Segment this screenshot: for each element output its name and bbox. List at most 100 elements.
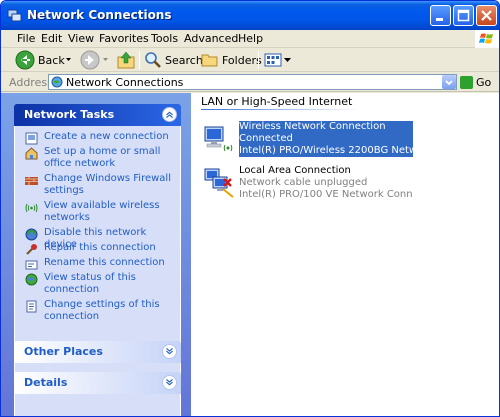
- wireless-signal-icon: [25, 203, 38, 213]
- connection-name: Local Area Connection: [239, 165, 351, 176]
- address-bar: Address Network Connections Go: [1, 72, 499, 92]
- go-arrow-icon: [460, 76, 473, 89]
- connection-text: Wireless Network Connection Connected In…: [239, 121, 413, 157]
- connection-item-wireless[interactable]: Wireless Network Connection Connected In…: [201, 121, 413, 159]
- task-pane: Network Tasks Create a new connection Se…: [1, 93, 191, 416]
- search-button[interactable]: Search: [144, 50, 203, 70]
- task-label: View status of this connection: [44, 272, 136, 295]
- menu-advanced[interactable]: Advanced: [184, 32, 238, 45]
- folders-icon: [201, 54, 218, 67]
- menu-file[interactable]: File: [17, 32, 35, 45]
- back-dropdown[interactable]: [66, 50, 71, 70]
- minimize-button[interactable]: [430, 5, 451, 26]
- windows-logo-icon: [475, 30, 499, 48]
- task-view-wireless[interactable]: View available wireless networks: [25, 200, 177, 224]
- task-view-status[interactable]: View status of this connection: [25, 272, 177, 296]
- task-label: Repair this connection: [44, 242, 156, 253]
- go-button[interactable]: Go: [460, 75, 496, 90]
- standard-toolbar: Back Search Folders: [1, 48, 499, 72]
- back-label: Back: [38, 53, 65, 67]
- home-network-icon: [25, 147, 38, 160]
- network-tasks-header[interactable]: Network Tasks: [14, 104, 181, 126]
- title-bar[interactable]: Network Connections: [1, 1, 499, 30]
- disable-device-icon: [25, 228, 38, 241]
- folders-label: Folders: [222, 53, 262, 67]
- task-rename-connection[interactable]: Rename this connection: [25, 257, 177, 271]
- maximize-icon: [457, 9, 470, 22]
- menu-edit[interactable]: Edit: [41, 32, 62, 45]
- group-divider: [201, 109, 361, 110]
- forward-dropdown[interactable]: [103, 50, 108, 70]
- lan-disconnected-icon: [204, 168, 234, 198]
- toolbar-separator: [139, 51, 140, 69]
- chevron-down-icon: [103, 58, 108, 61]
- back-button[interactable]: Back: [15, 50, 65, 70]
- expand-chevron-icon[interactable]: [162, 344, 177, 359]
- repair-wrench-icon: [26, 244, 37, 255]
- toolbar-separator: [258, 51, 259, 69]
- forward-arrow-icon: [80, 50, 100, 70]
- connection-item-lan[interactable]: Local Area Connection Network cable unpl…: [201, 165, 413, 203]
- rename-icon: [25, 260, 38, 270]
- views-icon: [264, 53, 282, 67]
- network-globe-icon: [51, 76, 63, 88]
- minimize-icon: [436, 18, 443, 21]
- forward-button[interactable]: [80, 50, 100, 70]
- connection-name: Wireless Network Connection: [239, 121, 386, 132]
- menu-bar: File Edit View Favorites Tools Advanced …: [1, 30, 499, 48]
- up-folder-button[interactable]: [116, 50, 136, 70]
- address-label: Address: [9, 76, 53, 89]
- connection-text: Local Area Connection Network cable unpl…: [239, 165, 413, 201]
- firewall-icon: [25, 177, 38, 185]
- chevron-down-icon: [66, 58, 71, 61]
- address-input[interactable]: Network Connections: [48, 74, 457, 90]
- status-globe-icon: [25, 273, 38, 286]
- connection-device: Intel(R) PRO/Wireless 2200BG Netwo...: [239, 145, 413, 156]
- details-header[interactable]: Details: [14, 372, 181, 394]
- task-label: Change settings of this connection: [44, 299, 160, 322]
- close-icon: [481, 10, 492, 21]
- folders-button[interactable]: Folders: [201, 50, 262, 70]
- address-dropdown-button[interactable]: [442, 75, 456, 89]
- task-label: Rename this connection: [44, 257, 165, 268]
- go-label: Go: [476, 76, 492, 89]
- task-repair-connection[interactable]: Repair this connection: [25, 242, 177, 256]
- back-arrow-icon: [15, 50, 35, 70]
- network-tasks-title: Network Tasks: [24, 108, 115, 121]
- network-folder-icon: [7, 9, 22, 22]
- network-connections-window: Network Connections File Edit View Favor…: [0, 0, 500, 417]
- wireless-network-icon: [204, 126, 233, 152]
- chevron-down-icon: [445, 80, 453, 86]
- other-places-header[interactable]: Other Places: [14, 341, 181, 363]
- search-icon: [145, 52, 161, 68]
- task-label: Set up a home or small office network: [44, 146, 161, 169]
- maximize-button[interactable]: [453, 5, 474, 26]
- group-title: LAN or High-Speed Internet: [201, 95, 353, 108]
- details-title: Details: [24, 376, 68, 389]
- task-label: Change Windows Firewall settings: [44, 173, 171, 196]
- expand-chevron-icon[interactable]: [162, 375, 177, 390]
- search-label: Search: [165, 53, 203, 67]
- views-button[interactable]: [264, 50, 291, 70]
- menu-view[interactable]: View: [68, 32, 94, 45]
- connection-device: Intel(R) PRO/100 VE Network Conne...: [239, 189, 413, 200]
- task-firewall-settings[interactable]: Change Windows Firewall settings: [25, 173, 177, 197]
- task-label: View available wireless networks: [44, 200, 160, 223]
- up-folder-icon: [117, 51, 135, 69]
- task-create-connection[interactable]: Create a new connection: [25, 131, 177, 145]
- collapse-chevron-icon[interactable]: [162, 107, 177, 122]
- new-connection-icon: [25, 132, 38, 145]
- connection-status: Network cable unplugged: [239, 177, 368, 188]
- connection-status: Connected: [239, 133, 293, 144]
- task-home-network[interactable]: Set up a home or small office network: [25, 146, 177, 170]
- window-title: Network Connections: [27, 8, 172, 22]
- task-label: Create a new connection: [44, 131, 169, 142]
- address-value: Network Connections: [66, 76, 184, 89]
- menu-help[interactable]: Help: [238, 32, 263, 45]
- menu-tools[interactable]: Tools: [151, 32, 178, 45]
- close-button[interactable]: [476, 5, 497, 26]
- task-change-settings[interactable]: Change settings of this connection: [25, 299, 177, 323]
- chevron-down-icon: [284, 58, 291, 62]
- connections-view: LAN or High-Speed Internet Wireless Netw…: [191, 93, 499, 416]
- menu-favorites[interactable]: Favorites: [99, 32, 149, 45]
